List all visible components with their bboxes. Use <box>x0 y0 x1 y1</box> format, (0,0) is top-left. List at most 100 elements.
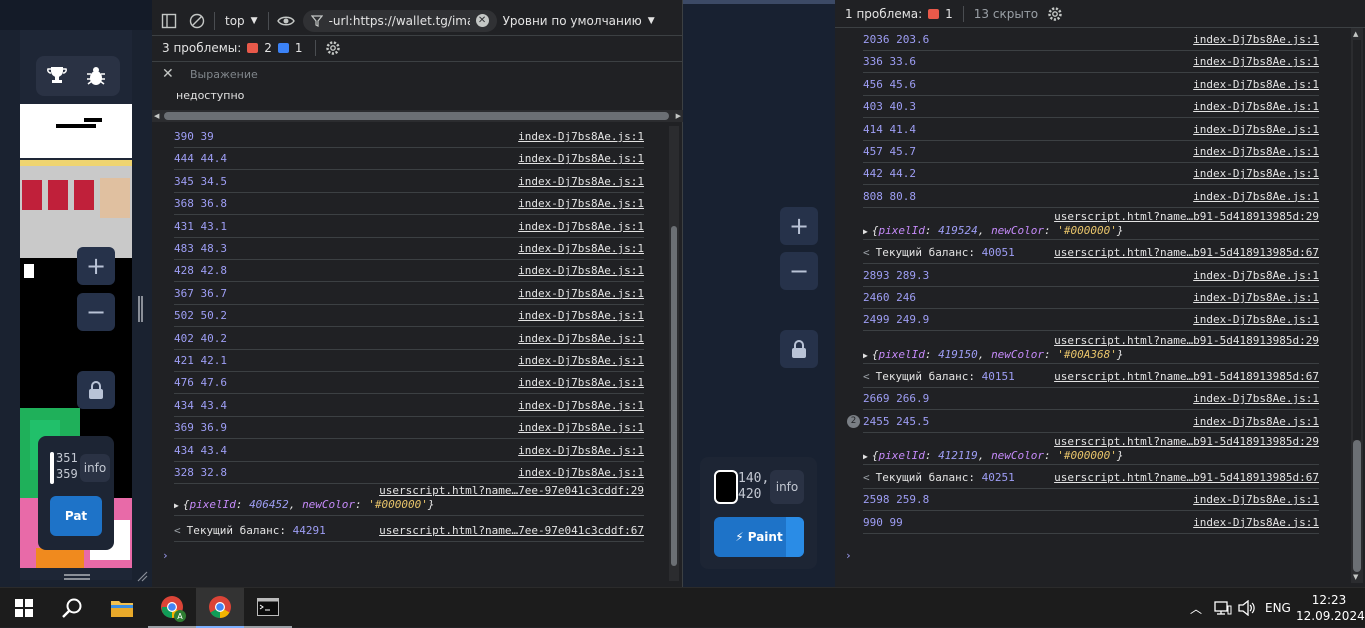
chrome-button-1[interactable]: A <box>148 588 196 628</box>
network-icon[interactable] <box>1214 600 1232 616</box>
source-link[interactable]: index-Dj7bs8Ae.js:1 <box>1193 269 1319 282</box>
source-link[interactable]: index-Dj7bs8Ae.js:1 <box>1193 392 1319 405</box>
resize-handle[interactable] <box>138 296 143 322</box>
expression-value: недоступно <box>176 89 245 102</box>
source-link[interactable]: index-Dj7bs8Ae.js:1 <box>518 444 644 457</box>
source-link[interactable]: userscript.html?name…b91-5d418913985d:29 <box>1054 334 1319 347</box>
lock-button-2[interactable] <box>780 330 818 368</box>
zoom-out-button[interactable]: − <box>77 293 115 331</box>
source-link[interactable]: index-Dj7bs8Ae.js:1 <box>1193 415 1319 428</box>
zoom-in-button-2[interactable]: + <box>780 207 818 245</box>
source-link[interactable]: index-Dj7bs8Ae.js:1 <box>518 354 644 367</box>
object-preview[interactable]: ▶ {pixelId: 412119, newColor: '#000000'} <box>863 449 1124 462</box>
lock-button[interactable] <box>77 371 115 409</box>
return-arrow-icon: < <box>863 369 870 383</box>
source-link[interactable]: index-Dj7bs8Ae.js:1 <box>518 130 644 143</box>
source-link[interactable]: userscript.html?name…b91-5d418913985d:67 <box>1054 370 1319 383</box>
expand-triangle-icon[interactable]: ▶ <box>863 351 868 360</box>
source-link[interactable]: index-Dj7bs8Ae.js:1 <box>1193 493 1319 506</box>
windows-logo-icon <box>15 599 33 617</box>
log-message: 2893 289.3 <box>863 268 930 282</box>
expression-input[interactable]: Выражение <box>190 68 258 81</box>
source-link[interactable]: userscript.html?name…7ee-97e041c3cddf:29 <box>379 484 644 497</box>
vertical-scrollbar[interactable] <box>669 126 679 581</box>
color-swatch[interactable] <box>50 452 54 484</box>
source-link[interactable]: index-Dj7bs8Ae.js:1 <box>518 242 644 255</box>
close-expression-icon[interactable]: ✕ <box>162 66 176 82</box>
show-hidden-icons-icon[interactable]: ︿ <box>1190 600 1202 617</box>
source-link[interactable]: index-Dj7bs8Ae.js:1 <box>518 152 644 165</box>
log-message: 476 47.6 <box>174 376 227 390</box>
source-link[interactable]: index-Dj7bs8Ae.js:1 <box>1193 33 1319 46</box>
corner-resize-icon[interactable] <box>136 570 148 582</box>
settings-gear-icon[interactable] <box>322 37 344 59</box>
source-link[interactable]: index-Dj7bs8Ae.js:1 <box>518 421 644 434</box>
paint-button[interactable]: Pat <box>50 496 102 536</box>
source-link[interactable]: index-Dj7bs8Ae.js:1 <box>518 309 644 322</box>
log-message: 434 43.4 <box>174 443 227 457</box>
expand-triangle-icon[interactable]: ▶ <box>863 227 868 236</box>
source-link[interactable]: index-Dj7bs8Ae.js:1 <box>1193 190 1319 203</box>
windows-start-button[interactable] <box>0 588 48 628</box>
source-link[interactable]: userscript.html?name…b91-5d418913985d:67 <box>1054 246 1319 259</box>
eye-icon[interactable] <box>275 10 297 32</box>
source-link[interactable]: index-Dj7bs8Ae.js:1 <box>518 332 644 345</box>
issues-bar-right[interactable]: 1 проблема: 1 13 скрыто <box>839 4 1072 24</box>
source-link[interactable]: index-Dj7bs8Ae.js:1 <box>518 287 644 300</box>
source-link[interactable]: index-Dj7bs8Ae.js:1 <box>1193 78 1319 91</box>
search-button[interactable] <box>48 588 96 628</box>
expand-triangle-icon[interactable]: ▶ <box>174 501 179 510</box>
color-swatch-2[interactable] <box>714 470 738 504</box>
clock[interactable]: 12:23 12.09.2024 <box>1296 592 1365 624</box>
bug-icon[interactable] <box>84 64 108 88</box>
source-link[interactable]: userscript.html?name…7ee-97e041c3cddf:67 <box>379 524 644 537</box>
info-button[interactable]: info <box>80 454 110 482</box>
source-link[interactable]: index-Dj7bs8Ae.js:1 <box>1193 145 1319 158</box>
sidebar-toggle-icon[interactable] <box>158 10 180 32</box>
object-preview[interactable]: ▶ {pixelId: 419524, newColor: '#000000'} <box>863 224 1124 237</box>
drag-handle[interactable] <box>64 574 90 580</box>
source-link[interactable]: index-Dj7bs8Ae.js:1 <box>1193 291 1319 304</box>
zoom-in-button[interactable]: + <box>77 247 115 285</box>
source-link[interactable]: userscript.html?name…b91-5d418913985d:29 <box>1054 210 1319 223</box>
source-link[interactable]: userscript.html?name…b91-5d418913985d:67 <box>1054 471 1319 484</box>
source-link[interactable]: userscript.html?name…b91-5d418913985d:29 <box>1054 435 1319 448</box>
source-link[interactable]: index-Dj7bs8Ae.js:1 <box>518 399 644 412</box>
context-selector[interactable]: top ▼ <box>221 14 262 28</box>
console-prompt-icon-right[interactable]: › <box>845 549 852 562</box>
vertical-scrollbar-right[interactable]: ▲ ▼ <box>1351 28 1363 583</box>
trophy-icon[interactable] <box>46 64 68 86</box>
source-link[interactable]: index-Dj7bs8Ae.js:1 <box>1193 123 1319 136</box>
source-link[interactable]: index-Dj7bs8Ae.js:1 <box>518 376 644 389</box>
info-button-2[interactable]: info <box>770 470 804 504</box>
source-link[interactable]: index-Dj7bs8Ae.js:1 <box>1193 100 1319 113</box>
clear-console-icon[interactable] <box>186 10 208 32</box>
volume-icon[interactable] <box>1238 600 1256 616</box>
source-link[interactable]: index-Dj7bs8Ae.js:1 <box>518 197 644 210</box>
horizontal-scrollbar[interactable]: ◀ ▶ <box>152 110 683 122</box>
levels-dropdown[interactable]: Уровни по умолчанию ▼ <box>503 14 655 28</box>
source-link[interactable]: index-Dj7bs8Ae.js:1 <box>1193 55 1319 68</box>
console-prompt-icon[interactable]: › <box>162 549 169 562</box>
file-explorer-button[interactable] <box>98 588 146 628</box>
source-link[interactable]: index-Dj7bs8Ae.js:1 <box>518 175 644 188</box>
chrome-button-2[interactable] <box>196 588 244 628</box>
issues-bar[interactable]: 3 проблемы: 2 1 <box>156 38 350 58</box>
clear-filter-icon[interactable]: ✕ <box>475 14 489 27</box>
filter-input[interactable]: -url:https://wallet.tg/images/ ✕ <box>302 9 497 32</box>
zoom-out-button-2[interactable]: − <box>780 252 818 290</box>
language-indicator[interactable]: ENG <box>1265 601 1291 615</box>
source-link[interactable]: index-Dj7bs8Ae.js:1 <box>1193 313 1319 326</box>
settings-gear-icon[interactable] <box>1044 3 1066 25</box>
terminal-button[interactable] <box>244 588 292 628</box>
expand-triangle-icon[interactable]: ▶ <box>863 452 868 461</box>
source-link[interactable]: index-Dj7bs8Ae.js:1 <box>518 264 644 277</box>
object-preview[interactable]: ▶ {pixelId: 419150, newColor: '#00A368'} <box>863 348 1124 361</box>
source-link[interactable]: index-Dj7bs8Ae.js:1 <box>518 466 644 479</box>
source-link[interactable]: index-Dj7bs8Ae.js:1 <box>1193 167 1319 180</box>
object-preview[interactable]: ▶ {pixelId: 406452, newColor: '#000000'} <box>174 498 435 511</box>
source-link[interactable]: index-Dj7bs8Ae.js:1 <box>1193 516 1319 529</box>
object-sep: , <box>977 449 992 462</box>
repeat-count-badge: 2 <box>847 414 860 428</box>
source-link[interactable]: index-Dj7bs8Ae.js:1 <box>518 220 644 233</box>
